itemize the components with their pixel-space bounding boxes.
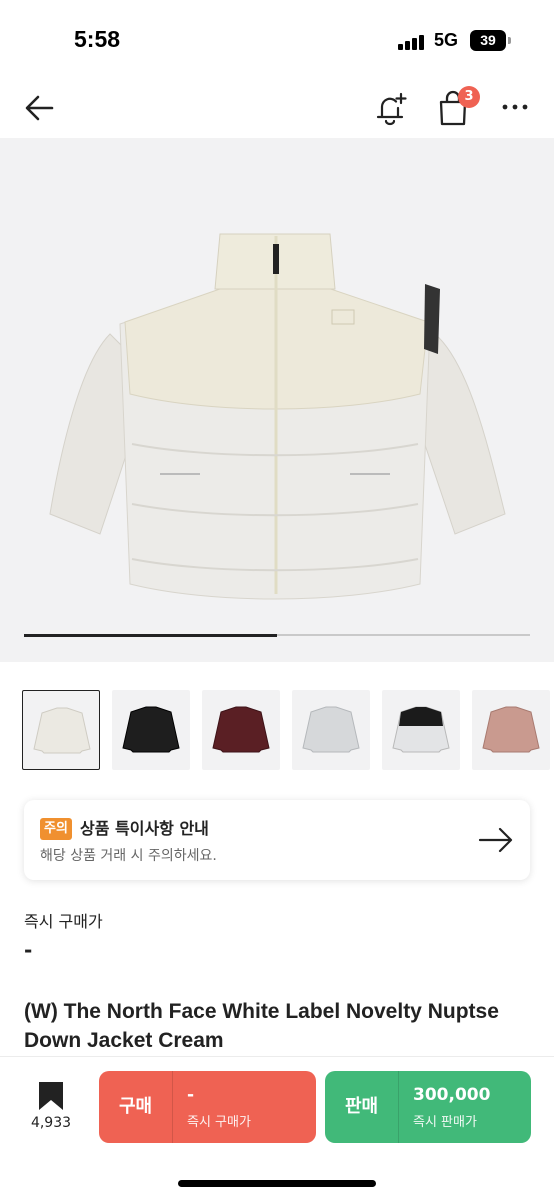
sell-button-divider (398, 1071, 399, 1143)
buy-button-price: - (187, 1085, 195, 1105)
signal-icon (398, 34, 428, 50)
buy-button-divider (172, 1071, 173, 1143)
sell-button-sublabel: 즉시 판매가 (413, 1115, 477, 1130)
notice-description: 해당 상품 거래 시 주의하세요. (40, 848, 217, 864)
bookmark-icon (39, 1082, 63, 1110)
buy-button-label: 구매 (118, 1096, 153, 1117)
home-indicator (178, 1180, 376, 1187)
network-label: 5G (434, 30, 459, 50)
product-notice-card[interactable]: 주의 상품 특이사항 안내 해당 상품 거래 시 주의하세요. (24, 800, 530, 880)
color-thumbnails (22, 690, 554, 772)
bottom-action-bar: 4,933 구매 - 즉시 구매가 판매 300,000 즉시 판매가 (0, 1056, 554, 1200)
instant-buy-price-label: 즉시 구매가 (24, 912, 103, 931)
instant-buy-price-value: - (24, 938, 33, 962)
arrow-right-icon (478, 827, 513, 853)
buy-button-sublabel: 즉시 구매가 (187, 1115, 251, 1130)
sell-button[interactable]: 판매 300,000 즉시 판매가 (325, 1071, 531, 1143)
product-image (49, 233, 506, 600)
battery-icon: 39 (470, 30, 506, 51)
more-icon[interactable] (500, 92, 530, 122)
thumbnail-cream[interactable] (22, 690, 100, 770)
sell-button-label: 판매 (344, 1096, 379, 1117)
thumbnail-burgundy[interactable] (202, 690, 280, 770)
notice-title: 상품 특이사항 안내 (80, 819, 209, 838)
back-arrow-icon[interactable] (20, 88, 60, 128)
bell-plus-icon[interactable] (372, 88, 410, 128)
product-title: (W) The North Face White Label Novelty N… (24, 1000, 499, 1052)
product-image-gallery[interactable] (0, 138, 554, 662)
thumbnail-black[interactable] (112, 690, 190, 770)
thumbnail-black-white[interactable] (382, 690, 460, 770)
notice-tag: 주의 (40, 818, 72, 840)
cart-badge: 3 (458, 86, 480, 108)
thumbnail-pink[interactable] (472, 690, 550, 770)
gallery-progress (24, 633, 530, 637)
buy-button[interactable]: 구매 - 즉시 구매가 (99, 1071, 316, 1143)
thumbnail-silver[interactable] (292, 690, 370, 770)
status-bar: 5:58 5G 39 (0, 0, 554, 80)
wish-button[interactable]: 4,933 (20, 1081, 82, 1141)
status-time: 5:58 (74, 26, 121, 52)
gallery-progress-fill (24, 633, 277, 637)
wish-count: 4,933 (30, 1115, 72, 1131)
battery-nub (508, 37, 511, 44)
sell-button-price: 300,000 (413, 1085, 491, 1105)
